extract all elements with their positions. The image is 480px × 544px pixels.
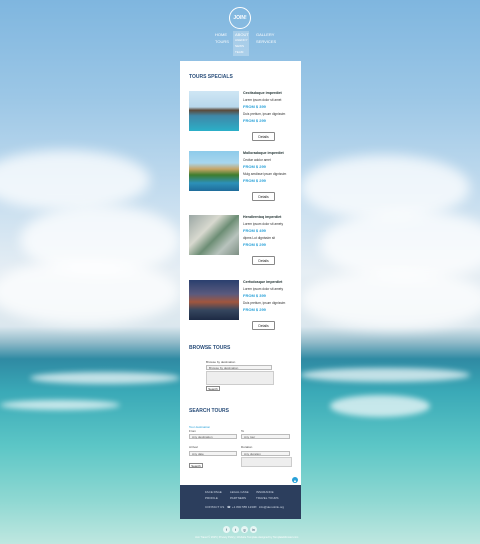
tour-item: Hendlerntoq imperdiet Lorem ipsum dolor …	[189, 215, 294, 271]
tour-desc: Lorem ipsum dolor sit amety	[243, 222, 284, 226]
twitter-icon[interactable]: t	[232, 526, 239, 533]
footer-link[interactable]: INSURANCE	[256, 490, 274, 494]
phone-icon: ☎	[227, 505, 231, 509]
tours-specials-title: TOURS SPECIALS	[189, 74, 233, 80]
tour-price: FROM $ 399	[243, 293, 266, 298]
wave	[0, 400, 120, 410]
tour-name[interactable]: Hendlerntoq imperdiet	[243, 215, 281, 219]
tour-item: Molloradoque imperdiet Cecitar adolor am…	[189, 151, 294, 207]
footer-link[interactable]: PARTNERS	[230, 496, 246, 500]
nav-sub-agency[interactable]: AGENCY	[235, 38, 248, 42]
tour-price: FROM $ 299	[243, 178, 266, 183]
tour-name[interactable]: Cecitsdoque imperdiet	[243, 91, 282, 95]
tour-desc: Duis pretium, ipsum dignissim	[243, 301, 286, 305]
to-label: To	[241, 429, 245, 433]
nav-tours[interactable]: TOURS	[215, 39, 229, 44]
cloud	[0, 260, 180, 325]
duration-select[interactable]: Any duration	[241, 451, 290, 456]
tour-price: FROM $ 499	[243, 228, 266, 233]
tour-desc: Lorem ipsum dolor sit amet	[243, 98, 282, 102]
google-plus-icon[interactable]: g	[241, 526, 248, 533]
nav-sub-news[interactable]: NEWS	[235, 44, 244, 48]
footer-link[interactable]: LEGAL CASE	[230, 490, 249, 494]
tour-item: Cecitsdoque imperdiet Lorem ipsum dolor …	[189, 91, 294, 147]
tour-desc: Mulg amdisse ipsum dignissim	[243, 172, 287, 176]
tour-price: FROM $ 299	[243, 307, 266, 312]
cloud	[0, 150, 150, 210]
tour-desc: Cecitar adolor amet	[243, 158, 271, 162]
from-label: From	[189, 429, 196, 433]
details-button[interactable]: Details	[252, 132, 275, 141]
search-button[interactable]: Search	[189, 463, 203, 468]
nav-home[interactable]: HOME	[215, 32, 227, 37]
nav-about[interactable]: ABOUT AGENCY NEWS TEAM	[233, 31, 249, 56]
footer-link[interactable]: PROFILE	[205, 496, 218, 500]
tour-desc: Lorem ipsum dolor sit amety	[243, 287, 284, 291]
footer-link[interactable]: CONTACT US	[205, 505, 224, 509]
from-select[interactable]: Any destination	[189, 434, 237, 439]
logo[interactable]: JOIN!	[229, 7, 251, 29]
tour-image[interactable]	[189, 151, 239, 191]
browse-destination-select[interactable]: Browse by destination	[206, 365, 272, 370]
tour-name[interactable]: Molloradoque imperdiet	[243, 151, 284, 155]
search-tours-title: SEARCH TOURS	[189, 408, 229, 414]
tour-image[interactable]	[189, 280, 239, 320]
wave	[30, 372, 180, 384]
nav-about-label: ABOUT	[235, 32, 249, 37]
footer-link[interactable]: TRAVEL TOURS	[256, 496, 279, 500]
footer-email[interactable]: info@demolink.org	[259, 505, 284, 509]
mail-icon: ✉	[254, 505, 257, 509]
content-panel: TOURS SPECIALS Cecitsdoque imperdiet Lor…	[180, 61, 301, 485]
nav-services[interactable]: SERVICES	[256, 39, 276, 44]
browse-search-button[interactable]: Search	[206, 386, 220, 391]
search-extra-box	[241, 457, 292, 467]
tour-item: Cerfodosque imperdiet Lorem ipsum dolor …	[189, 280, 294, 336]
cloud	[300, 155, 470, 220]
footer-link[interactable]: FACE PAGE	[205, 490, 222, 494]
tour-image[interactable]	[189, 91, 239, 131]
browse-tours-title: BROWSE TOURS	[189, 345, 231, 351]
wave	[330, 395, 430, 417]
footer: FACE PAGE PROFILE CONTACT US LEGAL CASE …	[180, 485, 301, 519]
details-button[interactable]: Details	[252, 321, 275, 330]
copyright: Join Travel © 2015 | Privacy Policy | We…	[195, 536, 299, 539]
browse-results-box	[206, 371, 274, 385]
tour-name[interactable]: Cerfodosque imperdiet	[243, 280, 282, 284]
to-select[interactable]: Any tour	[241, 434, 290, 439]
tour-image[interactable]	[189, 215, 239, 255]
tour-desc: dipms Lut dignissim sit	[243, 236, 276, 240]
footer-phone: +1 800 555 1234	[232, 505, 255, 509]
duration-label: Duration	[241, 445, 253, 449]
browse-label: Browse by destination	[206, 360, 236, 364]
tour-price: FROM $ 399	[243, 104, 266, 109]
details-button[interactable]: Details	[252, 256, 275, 265]
details-button[interactable]: Details	[252, 192, 275, 201]
wave	[300, 368, 470, 382]
nav-gallery[interactable]: GALLERY	[256, 32, 274, 37]
nav-sub-team[interactable]: TEAM	[235, 50, 243, 54]
tour-price: FROM $ 299	[243, 242, 266, 247]
linkedin-icon[interactable]: in	[250, 526, 257, 533]
arrival-label: Arrival	[189, 445, 198, 449]
arrival-select[interactable]: Any date	[189, 451, 237, 456]
tour-desc: Duis pretium, ipsum dignissim	[243, 112, 286, 116]
tour-price: FROM $ 299	[243, 118, 266, 123]
cloud	[300, 270, 480, 330]
tour-price: FROM $ 299	[243, 164, 266, 169]
facebook-icon[interactable]: f	[223, 526, 230, 533]
back-to-top-icon[interactable]: ▲	[292, 477, 298, 483]
